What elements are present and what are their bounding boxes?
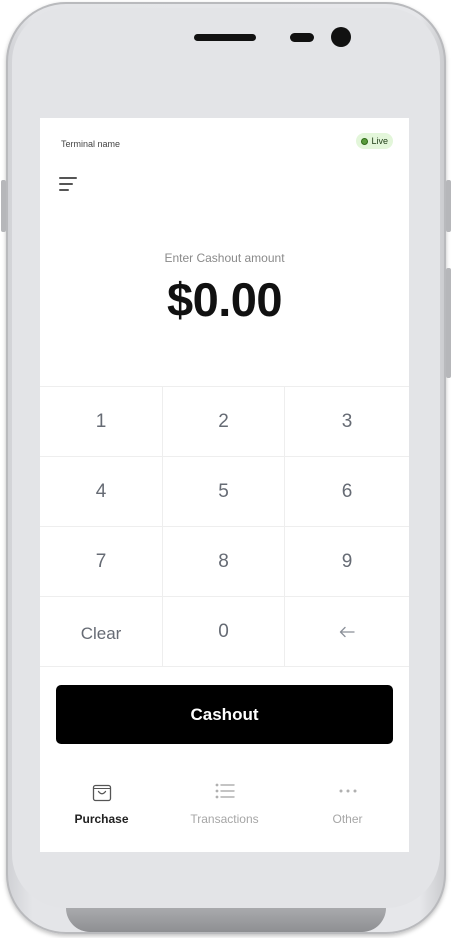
key-4[interactable]: 4	[40, 457, 163, 527]
nav-item-other[interactable]: Other	[286, 780, 409, 830]
side-button-right-bottom	[446, 268, 451, 378]
key-0[interactable]: 0	[163, 597, 285, 667]
status-badge-label: Live	[371, 136, 388, 146]
key-9[interactable]: 9	[285, 527, 409, 597]
key-8[interactable]: 8	[163, 527, 285, 597]
app-screen: Terminal name Live Enter Cashout amount …	[40, 118, 409, 852]
more-dots-icon	[338, 780, 358, 802]
nav-label-transactions: Transactions	[190, 812, 259, 826]
numeric-keypad: 1 2 3 4 5 6 7 8 9 Clear 0	[40, 386, 409, 667]
backspace-key[interactable]	[285, 597, 409, 667]
amount-display: $0.00	[166, 273, 283, 326]
nav-item-purchase[interactable]: Purchase	[40, 780, 163, 830]
amount-label: Enter Cashout amount	[164, 251, 285, 265]
side-button-right-top	[446, 180, 451, 232]
nav-label-purchase: Purchase	[74, 812, 129, 826]
front-camera	[331, 27, 351, 47]
cashout-button[interactable]: Cashout	[56, 685, 393, 744]
hamburger-menu-icon[interactable]	[59, 175, 79, 193]
live-dot-icon	[361, 137, 369, 145]
earpiece-speaker	[194, 34, 256, 41]
side-button-left	[1, 180, 6, 232]
bottom-navigation: Purchase Transactions Other	[40, 780, 409, 830]
nav-label-other: Other	[332, 812, 363, 826]
key-3[interactable]: 3	[285, 387, 409, 457]
shopping-bag-icon	[92, 780, 112, 802]
device-bottom-edge	[66, 908, 386, 932]
backspace-arrow-icon	[339, 626, 355, 637]
proximity-sensor	[290, 33, 314, 42]
status-badge: Live	[356, 133, 393, 149]
key-1[interactable]: 1	[40, 387, 163, 457]
nav-item-transactions[interactable]: Transactions	[163, 780, 286, 830]
list-icon	[215, 780, 235, 802]
terminal-name: Terminal name	[61, 139, 121, 149]
clear-key[interactable]: Clear	[40, 597, 163, 667]
key-7[interactable]: 7	[40, 527, 163, 597]
key-2[interactable]: 2	[163, 387, 285, 457]
key-6[interactable]: 6	[285, 457, 409, 527]
key-5[interactable]: 5	[163, 457, 285, 527]
